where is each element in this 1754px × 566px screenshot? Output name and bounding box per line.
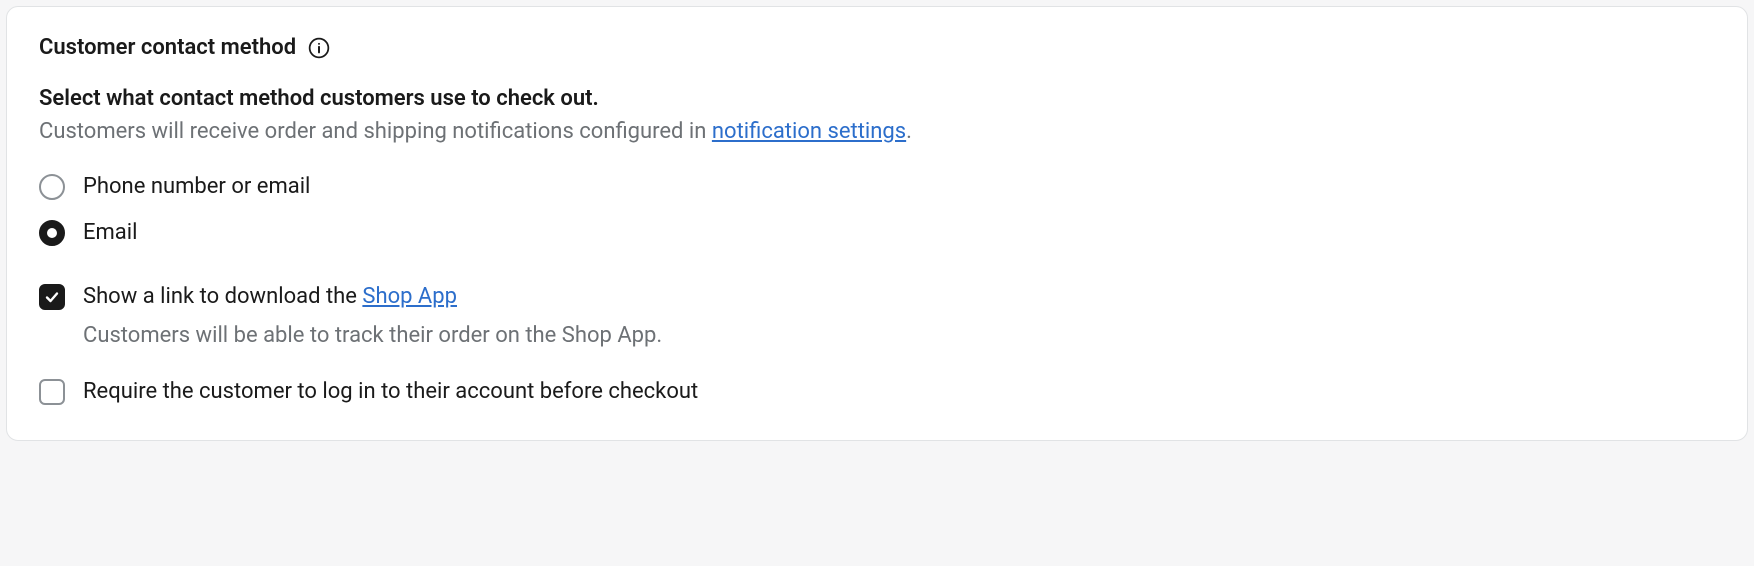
contact-method-card: Customer contact method Select what cont… [6,6,1748,441]
checkbox-group: Show a link to download the Shop App Cus… [39,282,1715,408]
info-icon[interactable] [308,37,330,59]
section-subtitle: Select what contact method customers use… [39,86,1715,111]
contact-method-radio-group: Phone number or email Email [39,174,1715,246]
checkbox-shop-app[interactable] [39,284,65,310]
section-title: Customer contact method [39,35,296,60]
description-prefix: Customers will receive order and shippin… [39,119,712,144]
checkbox-require-login[interactable] [39,379,65,405]
checkbox-helper-shop-app: Customers will be able to track their or… [83,321,662,352]
shop-app-link[interactable]: Shop App [362,284,457,309]
checkbox-label-shop-app[interactable]: Show a link to download the Shop App [83,282,662,313]
radio-label-phone-email[interactable]: Phone number or email [83,174,310,199]
checkbox-content-require-login: Require the customer to log in to their … [83,377,698,408]
radio-email[interactable] [39,220,65,246]
radio-phone-email[interactable] [39,174,65,200]
description-suffix: . [906,119,912,144]
checkbox-content-shop-app: Show a link to download the Shop App Cus… [83,282,662,352]
radio-row-phone-email[interactable]: Phone number or email [39,174,1715,200]
section-description: Customers will receive order and shippin… [39,117,1715,148]
checkbox-row-require-login: Require the customer to log in to their … [39,377,1715,408]
radio-row-email[interactable]: Email [39,220,1715,246]
shop-app-label-prefix: Show a link to download the [83,284,362,309]
notification-settings-link[interactable]: notification settings [712,119,906,144]
radio-label-email[interactable]: Email [83,220,137,245]
checkbox-row-shop-app: Show a link to download the Shop App Cus… [39,282,1715,352]
header-row: Customer contact method [39,35,1715,60]
checkbox-label-require-login[interactable]: Require the customer to log in to their … [83,377,698,408]
